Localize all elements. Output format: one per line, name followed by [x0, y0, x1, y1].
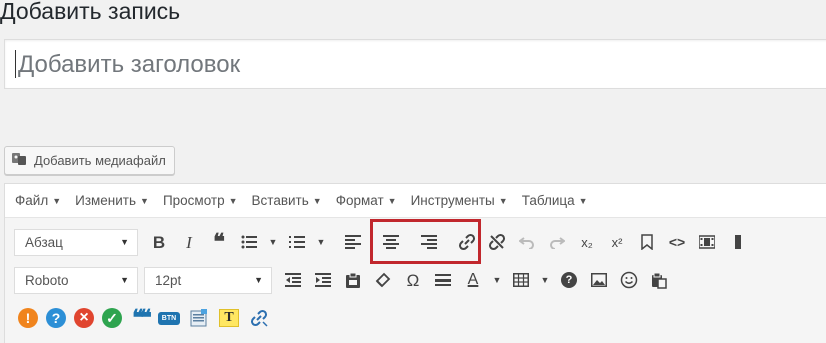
bookmark-button[interactable]: [632, 227, 662, 257]
toolbar-row-2: Roboto ▼ 12pt ▼ Ω A ▼ ▼ ?: [5, 261, 826, 299]
post-title-input[interactable]: Добавить заголовок: [4, 39, 826, 89]
italic-button[interactable]: I: [174, 227, 204, 257]
menu-tools[interactable]: Инструменты ▼: [411, 193, 508, 208]
more-tools-button[interactable]: [722, 227, 752, 257]
success-box-button[interactable]: ✓: [98, 303, 126, 333]
align-right-icon: [421, 235, 437, 249]
bookmark-icon: [641, 234, 653, 250]
indent-button[interactable]: [308, 265, 338, 295]
undo-icon: [519, 237, 534, 249]
btn-shortcode-button[interactable]: BTN: [154, 303, 184, 333]
menu-edit[interactable]: Изменить ▼: [75, 193, 149, 208]
document-box-button[interactable]: [184, 303, 214, 333]
outdent-icon: [285, 273, 301, 287]
bullet-list-button[interactable]: [234, 227, 264, 257]
clear-format-button[interactable]: [368, 265, 398, 295]
emoticons-button[interactable]: [614, 265, 644, 295]
check-icon: ✓: [102, 308, 122, 328]
align-left-button[interactable]: [338, 227, 368, 257]
help-icon: ?: [561, 272, 577, 288]
question-box-button[interactable]: ?: [42, 303, 70, 333]
error-icon: ×: [74, 308, 94, 328]
menu-view[interactable]: Просмотр ▼: [163, 193, 238, 208]
special-char-button[interactable]: Ω: [398, 265, 428, 295]
paste-icon: [346, 272, 360, 288]
highlight-text-button[interactable]: T: [214, 303, 244, 333]
warning-icon: !: [18, 308, 38, 328]
editor-menubar: Файл ▼ Изменить ▼ Просмотр ▼ Вставить ▼ Форм…: [5, 184, 826, 218]
code-button[interactable]: <>: [662, 227, 692, 257]
help-button[interactable]: ?: [554, 265, 584, 295]
remove-link-button[interactable]: [482, 227, 512, 257]
document-icon: [190, 309, 207, 327]
toolbar-row-3: ! ? × ✓ ❝❝ BTN T: [5, 299, 826, 337]
superscript-button[interactable]: x²: [602, 227, 632, 257]
menu-table[interactable]: Таблица ▼: [522, 193, 588, 208]
horizontal-rule-icon: [435, 274, 451, 286]
error-box-button[interactable]: ×: [70, 303, 98, 333]
text-color-dropdown[interactable]: ▼: [488, 265, 506, 295]
redo-icon: [550, 237, 565, 249]
question-icon: ?: [46, 308, 66, 328]
text-color-button[interactable]: A: [458, 265, 488, 295]
undo-button[interactable]: [512, 227, 542, 257]
subscript-button[interactable]: x₂: [572, 227, 602, 257]
page-title: Добавить запись: [0, 0, 181, 24]
warning-box-button[interactable]: !: [14, 303, 42, 333]
outdent-button[interactable]: [278, 265, 308, 295]
link-icon: [458, 233, 476, 251]
numbered-list-button[interactable]: [282, 227, 312, 257]
highlight-icon: T: [219, 309, 239, 327]
insert-image-button[interactable]: [584, 265, 614, 295]
menu-format[interactable]: Формат ▼: [336, 193, 397, 208]
numbered-list-icon: [289, 236, 305, 248]
quote-box-button[interactable]: ❝❝: [126, 303, 154, 333]
film-icon: [699, 235, 715, 249]
align-center-icon: [383, 235, 399, 249]
bullet-list-icon: [241, 235, 257, 249]
clipboard-edge-icon: [735, 235, 741, 249]
table-icon: [513, 273, 529, 287]
paste-text-button[interactable]: [338, 265, 368, 295]
media-icon: [11, 151, 29, 170]
font-family-select[interactable]: Roboto ▼: [14, 266, 138, 294]
image-icon: [591, 273, 607, 287]
horizontal-line-button[interactable]: [428, 265, 458, 295]
paste-word-button[interactable]: [644, 265, 674, 295]
media-embed-button[interactable]: [692, 227, 722, 257]
editor-toolbar-area: Файл ▼ Изменить ▼ Просмотр ▼ Вставить ▼ Форм…: [4, 183, 826, 343]
bullet-list-dropdown[interactable]: ▼: [264, 227, 282, 257]
align-left-icon: [345, 235, 361, 249]
eraser-icon: [375, 272, 391, 288]
toolbar-row-1: Абзац ▼ B I ❝ ▼ ▼ x₂ x² <>: [5, 223, 826, 261]
add-media-label: Добавить медиафайл: [34, 153, 166, 168]
font-size-select[interactable]: 12pt ▼: [144, 266, 272, 294]
bold-button[interactable]: B: [144, 227, 174, 257]
smiley-icon: [620, 271, 638, 289]
btn-icon: BTN: [157, 311, 181, 325]
table-button[interactable]: [506, 265, 536, 295]
text-caret: [15, 50, 16, 78]
block-format-select[interactable]: Абзац ▼: [14, 228, 138, 256]
blockquote-button[interactable]: ❝: [204, 227, 234, 257]
clipboard-icon: [652, 272, 667, 289]
menu-insert[interactable]: Вставить ▼: [252, 193, 322, 208]
align-right-button[interactable]: [414, 227, 444, 257]
title-placeholder: Добавить заголовок: [18, 51, 241, 78]
unlink-icon: [488, 233, 506, 251]
link-shortcode-button[interactable]: [244, 303, 274, 333]
menu-file[interactable]: Файл ▼: [15, 193, 61, 208]
indent-icon: [315, 273, 331, 287]
table-dropdown[interactable]: ▼: [536, 265, 554, 295]
insert-link-button[interactable]: [452, 227, 482, 257]
align-center-button[interactable]: [376, 227, 406, 257]
redo-button[interactable]: [542, 227, 572, 257]
numbered-list-dropdown[interactable]: ▼: [312, 227, 330, 257]
quote-icon: ❝❝: [132, 305, 152, 330]
add-media-button[interactable]: Добавить медиафайл: [4, 146, 175, 175]
chain-link-icon: [250, 309, 268, 327]
